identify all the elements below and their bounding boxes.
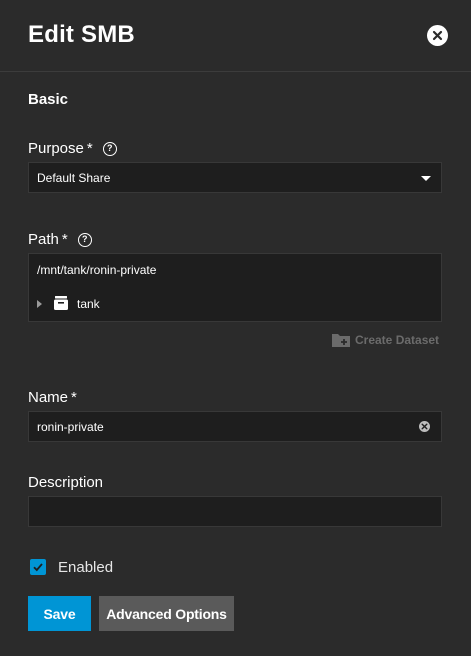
dataset-icon — [53, 295, 69, 316]
tree-expand-arrow-icon[interactable] — [37, 300, 42, 308]
save-button[interactable]: Save — [28, 596, 91, 631]
path-input[interactable]: /mnt/tank/ronin-private — [28, 253, 442, 287]
purpose-required-star: * — [86, 140, 93, 157]
advanced-options-button[interactable]: Advanced Options — [99, 596, 234, 631]
clear-icon[interactable] — [419, 421, 430, 432]
close-icon[interactable] — [427, 25, 448, 46]
close-x-glyph — [432, 30, 443, 41]
path-input-value: /mnt/tank/ronin-private — [37, 263, 157, 277]
description-label: Description — [28, 474, 103, 491]
name-input[interactable]: ronin-private — [28, 411, 442, 442]
dialog-title: Edit SMB — [28, 21, 135, 48]
check-icon — [33, 563, 43, 572]
help-icon[interactable]: ? — [77, 232, 92, 247]
enabled-checkbox[interactable] — [30, 559, 46, 575]
name-label-text: Name — [28, 389, 69, 406]
name-label: Name * — [28, 389, 77, 406]
purpose-label: Purpose * ? — [28, 140, 117, 157]
path-label: Path * ? — [28, 231, 92, 248]
purpose-label-text: Purpose — [28, 140, 84, 157]
purpose-select[interactable]: Default Share — [28, 162, 442, 193]
purpose-select-value: Default Share — [37, 170, 111, 185]
path-tree: tank — [28, 286, 442, 322]
create-dataset-button[interactable]: Create Dataset — [331, 331, 439, 349]
chevron-down-icon — [421, 176, 431, 181]
dialog-header: Edit SMB — [0, 0, 471, 72]
enabled-label: Enabled — [58, 559, 114, 576]
tree-item-tank[interactable]: tank — [77, 297, 100, 311]
section-title-basic: Basic — [28, 91, 69, 108]
path-required-star: * — [61, 231, 68, 248]
help-icon[interactable]: ? — [102, 141, 117, 156]
create-dataset-label: Create Dataset — [355, 333, 440, 347]
path-label-text: Path — [28, 231, 59, 248]
name-input-value: ronin-private — [37, 419, 104, 434]
description-label-text: Description — [28, 474, 104, 491]
name-required-star: * — [71, 389, 77, 406]
description-input[interactable] — [28, 496, 442, 527]
folder-add-icon — [332, 334, 350, 347]
